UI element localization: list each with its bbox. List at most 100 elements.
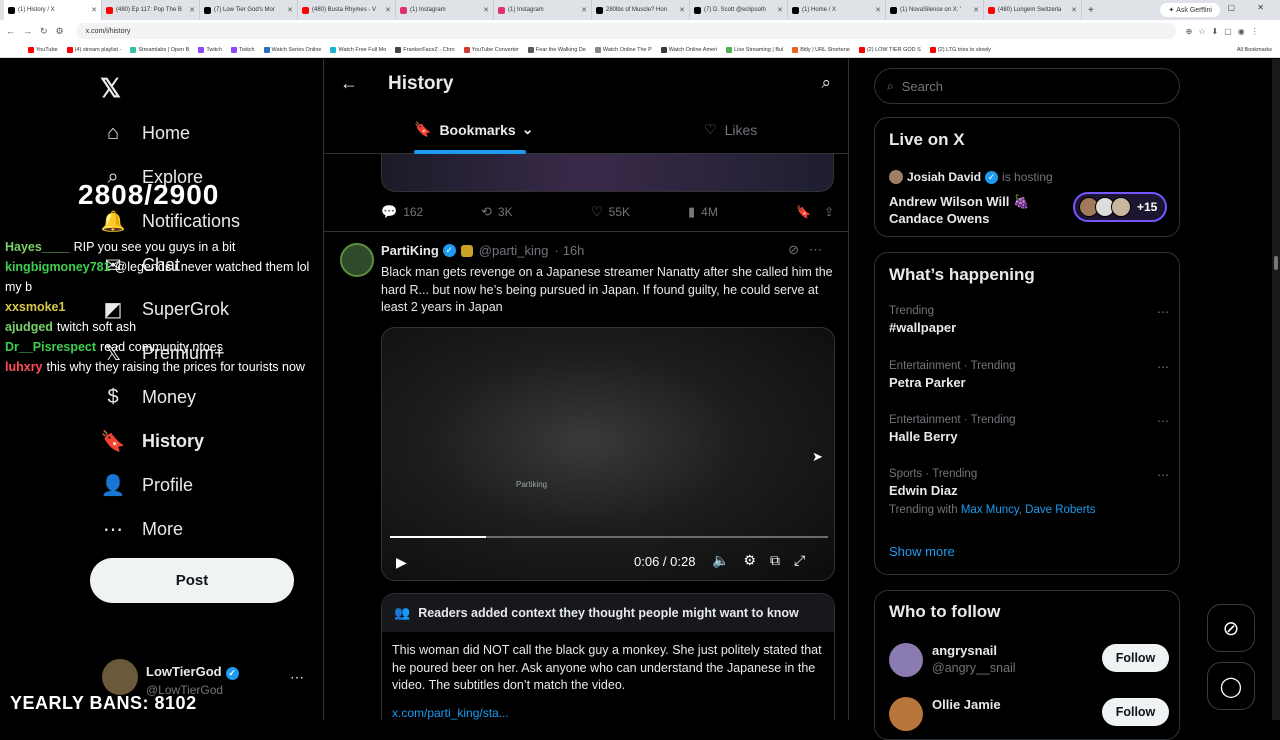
bookmark-item[interactable]: YouTube xyxy=(28,46,58,53)
views-button[interactable]: ▮ 4M xyxy=(688,204,796,220)
pip-icon[interactable]: ⧉ xyxy=(770,552,794,568)
bookmark-item[interactable]: Fear the Walking De xyxy=(527,46,586,53)
browser-tab[interactable]: (1) History / X ✕ xyxy=(4,0,102,20)
volume-icon[interactable]: 🔈 xyxy=(712,552,743,568)
more-icon[interactable]: ⋯ xyxy=(1157,414,1169,428)
close-icon[interactable]: ✕ xyxy=(287,6,293,14)
browser-tab[interactable]: (1) Instagram ✕ xyxy=(396,0,494,20)
browser-tab[interactable]: (7) Low Tier God's Mor ✕ xyxy=(200,0,298,20)
bookmark-item[interactable]: Streamlabs | Open B xyxy=(130,46,189,53)
trend-item[interactable]: Trending #wallpaper ⋯ xyxy=(889,305,1169,335)
reply-button[interactable]: 💬 162 xyxy=(381,204,481,220)
grok-icon[interactable]: ⊘ xyxy=(788,242,809,257)
browser-tab[interactable]: (1) Home / X ✕ xyxy=(788,0,886,20)
settings-icon[interactable]: ⚙ xyxy=(743,552,770,568)
follow-suggestion[interactable]: Ollie Jamie Follow xyxy=(889,697,1169,737)
like-button[interactable]: ♡ 55K xyxy=(591,204,688,220)
more-icon[interactable]: ⋯ xyxy=(1157,305,1169,319)
post-button[interactable]: Post xyxy=(90,558,294,603)
show-more-link[interactable]: Show more xyxy=(889,544,955,559)
search-input[interactable]: ⌕ Search xyxy=(874,68,1180,104)
follow-button[interactable]: Follow xyxy=(1102,644,1169,672)
space-participants[interactable]: +15 xyxy=(1073,192,1167,222)
play-icon[interactable]: ▶ xyxy=(396,554,407,571)
all-bookmarks[interactable]: All Bookmarks xyxy=(1237,47,1272,53)
trend-item[interactable]: Entertainment · Trending Halle Berry ⋯ xyxy=(889,414,1169,444)
close-icon[interactable]: ✕ xyxy=(777,6,783,14)
browser-tab[interactable]: (480) Busta Rhymes - V ✕ xyxy=(298,0,396,20)
bookmark-item[interactable]: YouTube Converter xyxy=(463,46,519,53)
trend-item[interactable]: Sports · Trending Edwin Diaz ⋯ Trending wit… xyxy=(889,468,1169,516)
bookmark-item[interactable]: Watch Free Full Mo xyxy=(330,46,386,53)
tab-likes[interactable]: ♡ Likes xyxy=(704,121,757,138)
browser-tab[interactable]: 280lbs of Muscle? Hon ✕ xyxy=(592,0,690,20)
browser-tab[interactable]: (7) D. Scott @eclipsoth ✕ xyxy=(690,0,788,20)
bookmark-item[interactable]: (2) LOW TIER GOD S xyxy=(858,46,921,53)
close-icon[interactable]: ✕ xyxy=(875,6,881,14)
bookmark-item[interactable]: Watch Series Online xyxy=(263,46,321,53)
follow-button[interactable]: Follow xyxy=(1102,698,1169,726)
live-host[interactable]: Josiah David ✓ is hosting xyxy=(889,170,1053,184)
close-icon[interactable]: ✕ xyxy=(91,6,97,14)
browser-toolbar-icons[interactable]: ⊕☆⬇▢◉⋮ xyxy=(1186,27,1265,36)
more-icon[interactable]: ⋯ xyxy=(1157,468,1169,482)
tab-bookmarks[interactable]: 🔖 Bookmarks ⌄ xyxy=(414,121,533,138)
follow-suggestion[interactable]: angrysnail @angry__snail Follow xyxy=(889,643,1169,683)
space-title[interactable]: Andrew Wilson Will 🍇 Candace Owens xyxy=(889,193,1059,227)
share-icon[interactable]: ⇪ xyxy=(824,205,834,219)
bookmark-item[interactable]: Watch Online Ameri xyxy=(660,46,717,53)
close-icon[interactable]: ✕ xyxy=(581,6,587,14)
community-notes-link[interactable]: x.com/parti_king/sta... xyxy=(392,706,509,720)
sidebar-item-more[interactable]: ⋯ More xyxy=(100,509,183,549)
video-player[interactable]: Partiking ▶ 0:06 / 0:28 🔈⚙⧉⤢ xyxy=(381,327,835,581)
url-field[interactable]: x.com/i/history xyxy=(75,23,1176,39)
browser-tab[interactable]: (480) Lungem Switzerla ✕ xyxy=(984,0,1082,20)
account-more-icon[interactable]: ⋯ xyxy=(290,669,304,686)
sidebar-item-history[interactable]: 🔖 History xyxy=(100,421,204,461)
reload-icon[interactable]: ↻ xyxy=(40,26,48,37)
browser-tab[interactable]: (480) Ep 117: Pop The B ✕ xyxy=(102,0,200,20)
forward-arrow-icon[interactable]: → xyxy=(23,26,32,36)
avatar[interactable] xyxy=(102,659,138,695)
close-icon[interactable]: ✕ xyxy=(385,6,391,14)
previous-post-media[interactable] xyxy=(381,154,834,192)
scrollbar-thumb[interactable] xyxy=(1274,256,1278,270)
search-icon[interactable]: ⌕ xyxy=(821,73,831,93)
bookmark-item[interactable]: Twitch xyxy=(230,46,255,53)
trend-item[interactable]: Entertainment · Trending Petra Parker ⋯ xyxy=(889,360,1169,390)
bookmark-item[interactable]: (4) stream playlist - xyxy=(66,46,121,53)
sidebar-item-money[interactable]: $ Money xyxy=(100,377,196,417)
bookmark-item[interactable]: Twitch xyxy=(198,46,222,53)
site-info-icon[interactable]: ⚙ xyxy=(56,26,64,37)
bookmark-item[interactable]: (2) LTG tries to slowly xyxy=(929,46,991,53)
close-icon[interactable]: ✕ xyxy=(483,6,489,14)
close-icon[interactable]: ✕ xyxy=(1071,6,1077,14)
bookmark-item[interactable]: Watch Online The P xyxy=(594,46,652,53)
close-icon[interactable]: ✕ xyxy=(973,6,979,14)
messages-button[interactable]: ◯ xyxy=(1207,662,1255,710)
tweet-time[interactable]: 16h xyxy=(563,243,585,258)
new-tab-icon[interactable]: + xyxy=(1088,5,1094,16)
bookmark-item[interactable]: Bitly | URL Shortene xyxy=(792,46,850,53)
bookmark-item[interactable]: FrankerFaceZ - Chro xyxy=(395,46,455,53)
repost-button[interactable]: ⟲ 3K xyxy=(481,204,591,220)
browser-tab[interactable]: (1) NovaSilence on X: ' ✕ xyxy=(886,0,984,20)
account-name[interactable]: LowTierGod ✓ xyxy=(146,664,239,680)
browser-tab[interactable]: (1) Instagram ✕ xyxy=(494,0,592,20)
close-icon[interactable]: ✕ xyxy=(679,6,685,14)
window-controls[interactable]: – ▢ ✕ xyxy=(1201,3,1274,12)
more-icon[interactable]: ⋯ xyxy=(809,242,832,257)
sidebar-item-profile[interactable]: 👤 Profile xyxy=(100,465,193,505)
x-logo-icon[interactable]: 𝕏 xyxy=(100,73,121,104)
tweet-handle[interactable]: @parti_king xyxy=(479,243,549,258)
scrollbar[interactable] xyxy=(1272,59,1280,720)
fullscreen-icon[interactable]: ⤢ xyxy=(794,552,819,568)
bookmarked-icon[interactable]: 🔖 xyxy=(796,205,824,219)
sidebar-item-home[interactable]: ⌂ Home xyxy=(100,113,190,153)
tweet-author[interactable]: PartiKing xyxy=(381,243,439,258)
close-icon[interactable]: ✕ xyxy=(189,6,195,14)
bookmark-item[interactable]: Live Streaming | Bul xyxy=(726,46,783,53)
grok-button[interactable]: ⊘ xyxy=(1207,604,1255,652)
more-icon[interactable]: ⋯ xyxy=(1157,360,1169,374)
back-arrow-icon[interactable]: ← xyxy=(6,26,15,36)
